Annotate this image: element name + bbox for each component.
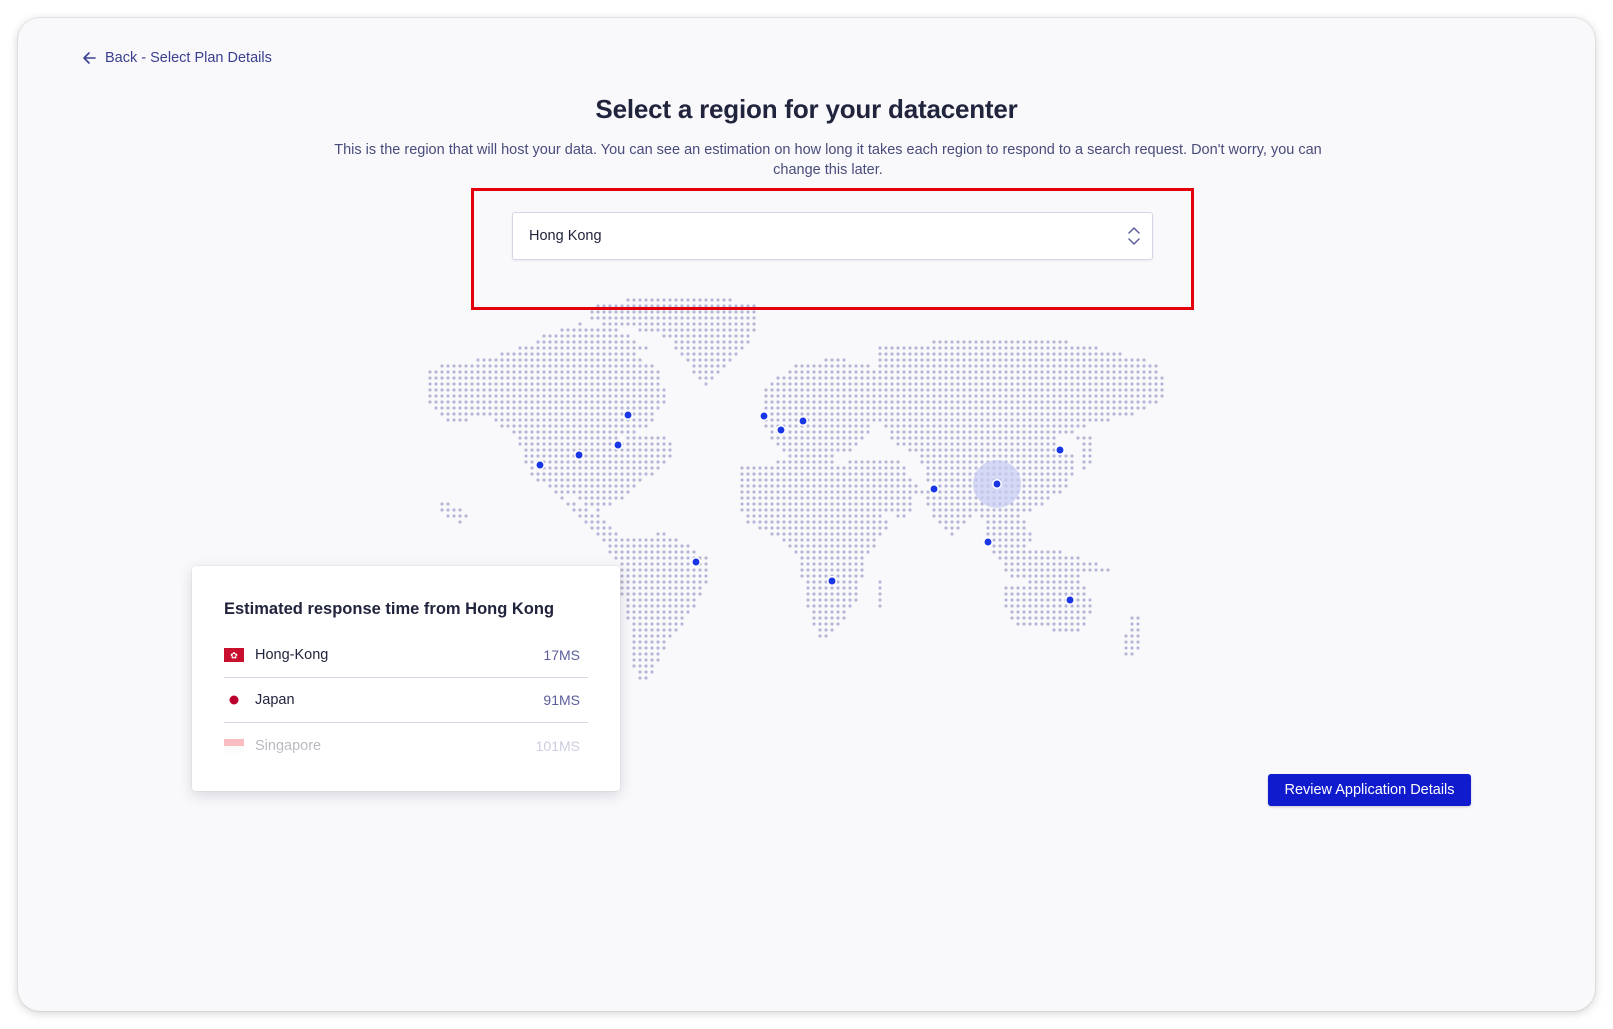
chevron-up-icon xyxy=(1128,227,1140,234)
response-time-card: Estimated response time from Hong Kong ✿… xyxy=(192,566,620,791)
review-application-details-button[interactable]: Review Application Details xyxy=(1268,774,1471,806)
region-select-value: Hong Kong xyxy=(529,228,602,244)
response-row-japan: Japan 91MS xyxy=(224,678,588,723)
chevron-down-icon xyxy=(1128,238,1140,245)
response-row-value: 101MS xyxy=(535,737,580,754)
response-card-title: Estimated response time from Hong Kong xyxy=(224,600,555,618)
back-link-label: Back - Select Plan Details xyxy=(105,50,272,66)
response-row-name: Japan xyxy=(255,692,295,708)
region-pin-brazil[interactable] xyxy=(691,557,701,567)
region-select[interactable]: Hong Kong xyxy=(512,212,1153,260)
singapore-flag-icon xyxy=(224,738,244,753)
region-pin-hong-kong[interactable] xyxy=(992,479,1002,489)
back-link[interactable]: Back - Select Plan Details xyxy=(82,50,272,66)
hong-kong-flag-icon: ✿ xyxy=(224,648,244,662)
region-pin-us-west[interactable] xyxy=(535,460,545,470)
select-chevrons xyxy=(1128,226,1140,246)
region-pin-south-africa[interactable] xyxy=(827,576,837,586)
response-row-name: Hong-Kong xyxy=(255,647,329,663)
app-window: Back - Select Plan Details Select a regi… xyxy=(18,18,1595,1011)
region-pin-india[interactable] xyxy=(929,484,939,494)
arrow-left-icon xyxy=(83,52,96,64)
region-pin-japan[interactable] xyxy=(1055,445,1065,455)
response-row-value: 91MS xyxy=(543,692,580,708)
region-pin-us-central[interactable] xyxy=(574,450,584,460)
region-pin-canada-east[interactable] xyxy=(623,410,633,420)
region-pin-uk[interactable] xyxy=(759,411,769,421)
response-row-name: Singapore xyxy=(255,737,322,754)
region-pin-germany[interactable] xyxy=(798,416,808,426)
page-title: Select a region for your datacenter xyxy=(595,94,1018,124)
japan-flag-icon xyxy=(224,693,244,707)
region-pin-australia[interactable] xyxy=(1065,595,1075,605)
svg-text:✿: ✿ xyxy=(230,652,238,662)
region-pin-us-east[interactable] xyxy=(613,440,623,450)
response-row-value: 17MS xyxy=(543,647,580,663)
response-row-hong-kong: ✿ Hong-Kong 17MS xyxy=(224,633,588,678)
region-pin-singapore[interactable] xyxy=(983,537,993,547)
region-pin-france[interactable] xyxy=(776,425,786,435)
page-subtitle: This is the region that will host your d… xyxy=(334,142,1322,178)
response-row-singapore: Singapore 101MS xyxy=(224,723,588,768)
